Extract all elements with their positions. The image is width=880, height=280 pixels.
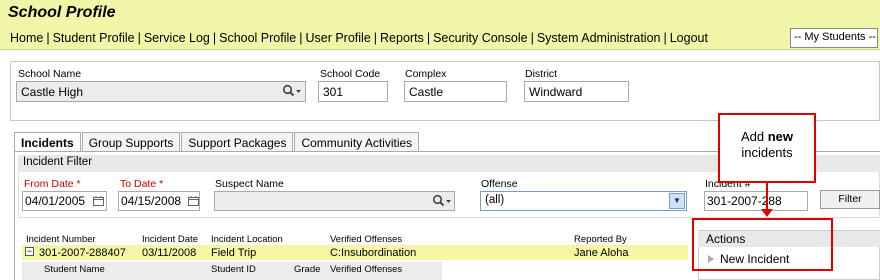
to-date-label: To Date * (120, 178, 163, 190)
nav-separator: | (530, 31, 534, 45)
from-date-label-text: From Date (24, 178, 74, 190)
required-mark: * (159, 178, 164, 190)
top-bar: School Profile Home | Student Profile | Serv… (0, 0, 880, 50)
nav-user-profile[interactable]: User Profile (305, 31, 370, 45)
column-header-verified-offenses[interactable]: Verified Offenses (330, 234, 402, 245)
cell-incident-number[interactable]: 301-2007-288407 (39, 247, 126, 259)
annotation-arrow-line (766, 183, 768, 211)
cell-incident-date: 03/11/2008 (142, 247, 197, 259)
cell-reported-by: Jane Aloha (574, 247, 629, 259)
tab-bar: Incidents Group Supports Support Package… (14, 132, 420, 152)
callout-text-post: incidents (741, 145, 793, 160)
suspect-name-label: Suspect Name (215, 178, 284, 190)
annotation-arrow-head (761, 209, 773, 217)
callout-text-pre: Add (740, 129, 768, 144)
nav-school-profile[interactable]: School Profile (219, 31, 296, 45)
nav-separator: | (137, 31, 141, 45)
column-header-incident-number[interactable]: Incident Number (26, 234, 96, 245)
school-code-label: School Code (320, 68, 381, 80)
annotation-callout: Add new incidents (718, 113, 816, 183)
search-icon[interactable] (282, 84, 302, 101)
subcolumn-student-name: Student Name (44, 264, 105, 275)
district-label: District (525, 68, 558, 80)
nav-separator: | (373, 31, 378, 45)
nav-separator: | (46, 31, 50, 45)
nav-reports[interactable]: Reports (380, 31, 424, 45)
nav-system-administration[interactable]: System Administration (537, 31, 661, 45)
nav-security-console[interactable]: Security Console (433, 31, 528, 45)
tab-community-activities[interactable]: Community Activities (294, 132, 420, 152)
nav-student-profile[interactable]: Student Profile (53, 31, 135, 45)
calendar-icon[interactable] (188, 196, 199, 208)
dropdown-arrow-icon[interactable]: ▼ (669, 193, 685, 209)
nav-logout[interactable]: Logout (670, 31, 708, 45)
subcolumn-verified-offenses: Verified Offenses (330, 264, 403, 275)
required-mark: * (76, 178, 81, 190)
search-icon[interactable] (432, 194, 452, 211)
calendar-icon[interactable] (93, 196, 104, 208)
nav-home[interactable]: Home (10, 31, 43, 45)
suspect-name-field[interactable] (214, 191, 455, 211)
incident-number-field[interactable]: 301-2007-288 (704, 191, 808, 211)
nav-separator: | (426, 31, 431, 45)
collapse-icon[interactable]: − (25, 247, 34, 256)
tab-support-packages[interactable]: Support Packages (181, 132, 294, 152)
complex-field[interactable]: Castle (404, 81, 507, 102)
column-header-incident-date[interactable]: Incident Date (142, 234, 198, 245)
cell-verified-offenses: C:Insubordination (330, 247, 417, 259)
filter-button[interactable]: Filter (820, 190, 880, 209)
nav-service-log[interactable]: Service Log (144, 31, 210, 45)
to-date-label-text: To Date (120, 178, 157, 190)
offense-value: (all) (485, 194, 505, 206)
column-header-incident-location[interactable]: Incident Location (211, 234, 283, 245)
cell-incident-location: Field Trip (211, 247, 257, 259)
school-name-label: School Name (18, 68, 82, 80)
nav-separator: | (212, 31, 217, 45)
district-field[interactable]: Windward (524, 81, 629, 102)
subcolumn-student-id: Student ID (211, 264, 256, 275)
from-date-label: From Date * (24, 178, 81, 190)
tab-group-supports[interactable]: Group Supports (81, 132, 181, 152)
subcolumn-grade: Grade (294, 264, 321, 275)
app-title: School Profile (8, 4, 116, 21)
my-students-select[interactable]: -- My Students -- (790, 28, 878, 48)
school-name-field[interactable]: Castle High (16, 81, 306, 102)
main-nav: Home | Student Profile | Service Log | School … (10, 31, 708, 45)
complex-label: Complex (405, 68, 447, 80)
school-code-field[interactable]: 301 (318, 81, 388, 102)
offense-label: Offense (481, 178, 518, 190)
nav-separator: | (663, 31, 667, 45)
offense-select[interactable]: (all) ▼ (480, 191, 687, 211)
tab-incidents[interactable]: Incidents (14, 132, 81, 152)
annotation-highlight-box (692, 218, 833, 271)
column-header-reported-by[interactable]: Reported By (574, 234, 627, 245)
callout-text-bold: new (767, 129, 794, 144)
nav-separator: | (299, 31, 303, 45)
